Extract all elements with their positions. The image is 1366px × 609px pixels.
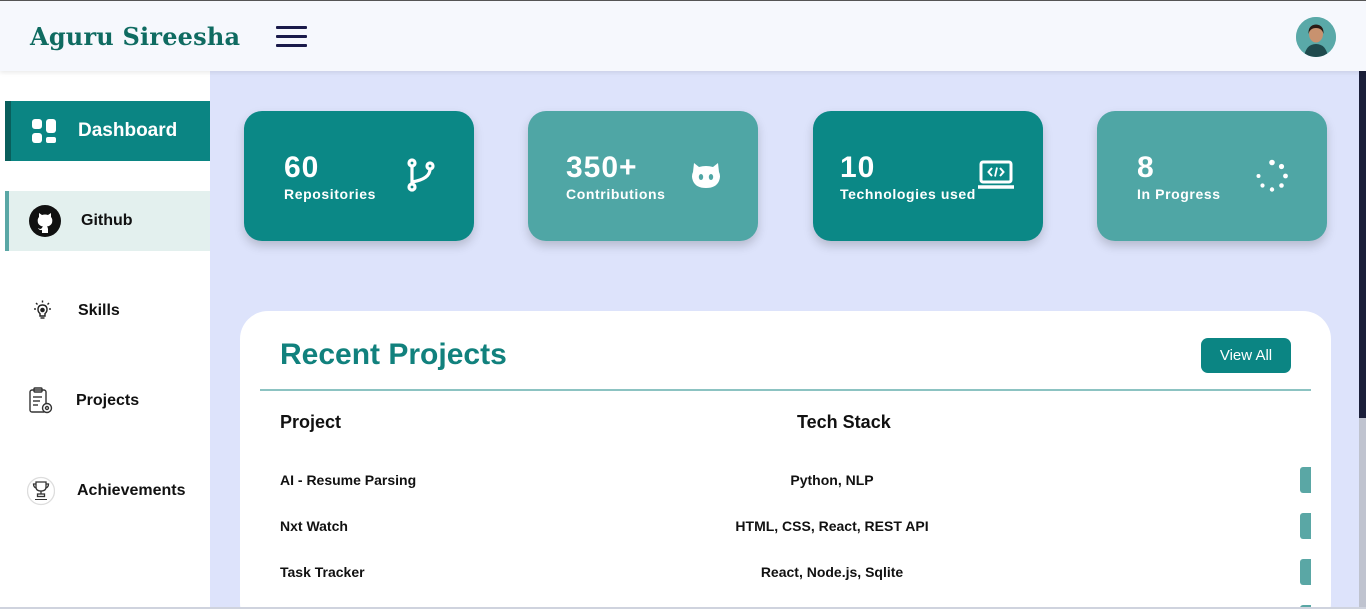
stat-label: In Progress <box>1137 186 1221 202</box>
column-header-tech-stack: Tech Stack <box>797 412 891 432</box>
loading-spinner-icon <box>1255 159 1289 198</box>
sidebar: Dashboard Github Skills Projects Achieve… <box>0 71 210 609</box>
stat-value: 10 <box>840 151 876 184</box>
menu-icon[interactable] <box>276 25 307 49</box>
stat-value: 350+ <box>566 151 638 184</box>
dashboard-icon <box>31 118 57 144</box>
sidebar-item-skills[interactable]: Skills <box>5 281 210 341</box>
stat-label: Contributions <box>566 186 666 202</box>
table-row: Nxt Watch HTML, CSS, React, REST API <box>240 513 1331 539</box>
row-action-button[interactable] <box>1300 559 1311 585</box>
sidebar-item-label: Projects <box>76 392 140 409</box>
stat-card-contributions[interactable]: 350+ Contributions <box>528 111 758 241</box>
top-bar: Aguru Sireesha <box>0 0 1366 71</box>
project-tech: HTML, CSS, React, REST API <box>735 518 929 534</box>
table-row: Task Tracker React, Node.js, Sqlite <box>240 559 1331 585</box>
project-tech: Python, NLP <box>790 472 874 488</box>
view-all-button[interactable]: View All <box>1201 338 1291 373</box>
stat-card-repositories[interactable]: 60 Repositories <box>244 111 474 241</box>
project-tech: React, Node.js, Sqlite <box>760 564 904 580</box>
recent-projects-title: Recent Projects <box>280 338 507 371</box>
clipboard-gear-icon <box>28 387 54 415</box>
sidebar-item-label: Github <box>81 212 133 229</box>
lightbulb-icon <box>30 299 55 324</box>
stat-card-technologies[interactable]: 10 Technologies used <box>813 111 1043 241</box>
trophy-icon <box>27 476 55 506</box>
divider <box>260 389 1311 391</box>
sidebar-item-achievements[interactable]: Achievements <box>5 461 210 521</box>
row-action-button[interactable] <box>1300 467 1311 493</box>
row-action-button[interactable] <box>1300 513 1311 539</box>
sidebar-item-dashboard[interactable]: Dashboard <box>5 101 210 161</box>
scrollbar-thumb[interactable] <box>1359 71 1366 418</box>
github-icon <box>29 205 61 237</box>
avatar[interactable] <box>1296 17 1336 57</box>
stat-label: Technologies used <box>840 186 976 202</box>
recent-projects-panel: Recent Projects View All Project Tech St… <box>240 311 1331 609</box>
project-name: Nxt Watch <box>280 518 348 534</box>
brand-name[interactable]: Aguru Sireesha <box>30 22 240 51</box>
scrollbar-track-lower[interactable] <box>1359 418 1366 609</box>
stat-label: Repositories <box>284 186 376 202</box>
sidebar-item-label: Skills <box>78 302 120 319</box>
project-name: AI - Resume Parsing <box>280 472 417 488</box>
table-row: AI - Resume Parsing Python, NLP <box>240 467 1331 493</box>
sidebar-item-label: Dashboard <box>78 120 178 141</box>
code-laptop-icon <box>977 160 1015 195</box>
sidebar-item-github[interactable]: Github <box>5 191 210 251</box>
github-cat-icon <box>690 161 722 194</box>
git-branch-icon <box>406 158 436 197</box>
sidebar-item-label: Achievements <box>77 482 186 499</box>
column-header-project: Project <box>280 412 342 432</box>
project-name: Task Tracker <box>280 564 365 580</box>
stat-value: 60 <box>284 151 320 184</box>
stat-card-in-progress[interactable]: 8 In Progress <box>1097 111 1327 241</box>
stat-value: 8 <box>1137 151 1155 184</box>
sidebar-item-projects[interactable]: Projects <box>5 371 210 431</box>
